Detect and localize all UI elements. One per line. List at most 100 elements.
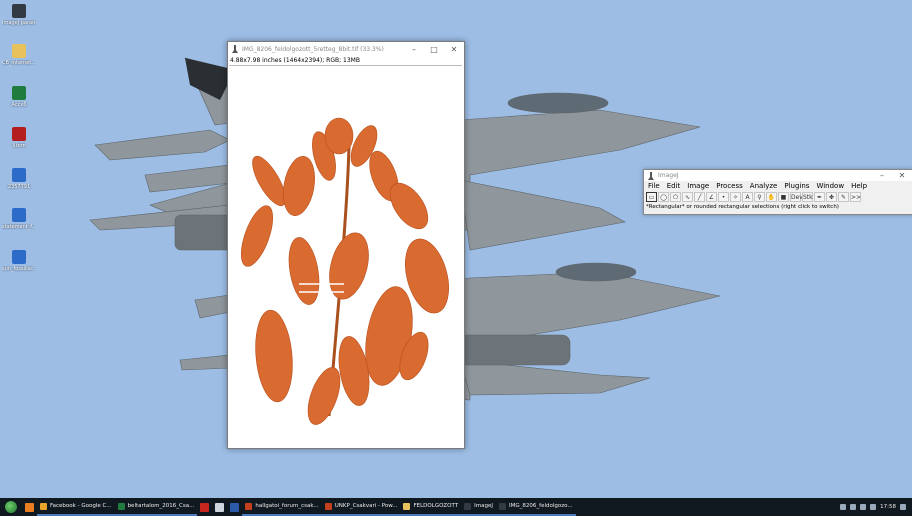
tool-stk-icon[interactable]: Stk	[802, 192, 813, 202]
maximize-button[interactable]: □	[424, 45, 444, 54]
folder-icon	[403, 502, 411, 510]
desktop-icon-label: sun_fossilisc...	[2, 266, 36, 272]
tool-brush-icon[interactable]: ✒	[814, 192, 825, 202]
desktop-icon-label: ImageJ parancsikonja	[2, 20, 36, 26]
clock[interactable]: 17:58	[880, 504, 896, 510]
desktop-icon-sun[interactable]: sun_fossilisc...	[2, 250, 36, 272]
desktop-icon-label: CB_internet...	[2, 60, 36, 66]
taskbar-item-label: Facebook - Google C...	[50, 503, 112, 509]
taskbar-item-imagej[interactable]: ImageJ	[461, 498, 496, 516]
imagej-shortcut-icon	[12, 4, 26, 18]
imagej-menubar: File Edit Image Process Analyze Plugins …	[644, 181, 912, 191]
tool-text-icon[interactable]: A	[742, 192, 753, 202]
tool-rectangle-icon[interactable]: ▭	[646, 192, 657, 202]
desktop-icon-excel[interactable]: Accx6	[2, 86, 36, 108]
taskbar-item-label: IMG_8206_feldolgozo...	[509, 503, 573, 509]
imagej-toolbar-window[interactable]: ImageJ – ✕ File Edit Image Process Analy…	[643, 169, 912, 215]
imagej-tool-row: ▭ ◯ ⬠ ∿ ╱ ∠ • ✧ A ⚲ ✋ ■ Dev Stk ✒ ✤ ✎ >>	[644, 191, 912, 203]
folder-icon	[12, 44, 26, 58]
tool-pencil-icon[interactable]: ✎	[838, 192, 849, 202]
menu-analyze[interactable]: Analyze	[750, 181, 778, 191]
powerpoint-icon	[324, 502, 332, 510]
desktop-icon-xtern[interactable]: Xtern	[2, 127, 36, 149]
desktop-icon-imagej[interactable]: ImageJ parancsikonja	[2, 4, 36, 26]
close-button[interactable]: ✕	[444, 45, 464, 54]
menu-file[interactable]: File	[648, 181, 660, 191]
menu-image[interactable]: Image	[687, 181, 709, 191]
image-info: 4.88x7.98 inches (1464x2394); RGB; 13MB	[230, 57, 360, 64]
menu-process[interactable]: Process	[716, 181, 743, 191]
tool-hand-icon[interactable]: ✋	[766, 192, 777, 202]
chrome-icon	[40, 502, 47, 510]
tray-arrow-icon[interactable]	[840, 504, 847, 510]
excel-icon	[12, 86, 26, 100]
menu-help[interactable]: Help	[851, 181, 867, 191]
taskbar-item-label: beltartalom_2016_Csa...	[127, 503, 195, 509]
tool-oval-icon[interactable]: ◯	[658, 192, 669, 202]
imagej-icon	[464, 502, 472, 510]
word-icon[interactable]	[230, 502, 240, 512]
mail-icon[interactable]	[215, 502, 225, 512]
imagej-minimize-button[interactable]: –	[872, 171, 892, 180]
taskbar-item-powerpoint-unkp[interactable]: UNKP_Csakvari - Pow...	[321, 498, 401, 516]
image-canvas[interactable]	[229, 65, 462, 447]
tool-polygon-icon[interactable]: ⬠	[670, 192, 681, 202]
tool-dropper-icon[interactable]: ✤	[826, 192, 837, 202]
imagej-titlebar[interactable]: ImageJ – ✕	[644, 170, 912, 181]
minimize-button[interactable]: –	[404, 45, 424, 54]
document-icon	[12, 250, 26, 264]
plant-image	[240, 117, 449, 425]
desktop-icon-label: statement_f...	[2, 224, 36, 230]
show-desktop-icon[interactable]	[900, 504, 906, 510]
tool-point-icon[interactable]: •	[718, 192, 729, 202]
imagej-icon	[499, 502, 506, 510]
windows-orb-icon	[5, 501, 17, 513]
desktop-icon-label: Accx6	[11, 102, 27, 108]
volume-icon[interactable]	[870, 504, 877, 510]
network-icon[interactable]	[860, 504, 867, 510]
taskbar: Facebook - Google C... beltartalom_2016_…	[0, 498, 912, 516]
document-icon	[12, 208, 26, 222]
imagej-status: *Rectangular* or rounded rectangular sel…	[646, 204, 839, 210]
desktop-icon-folder[interactable]: CB_internet...	[2, 44, 36, 66]
image-window-title: IMG_8206_feldolgozott_5retteg_8bit.tif (…	[242, 45, 384, 53]
taskbar-item-image[interactable]: IMG_8206_feldolgozo...	[496, 498, 576, 516]
taskbar-item-label: FELDOLGOZOTT	[413, 503, 459, 509]
desktop-icon-label: Xtern	[12, 143, 26, 149]
tool-wand-icon[interactable]: ✧	[730, 192, 741, 202]
image-window[interactable]: IMG_8206_feldolgozott_5retteg_8bit.tif (…	[227, 41, 465, 449]
menu-edit[interactable]: Edit	[667, 181, 681, 191]
taskbar-item-folder[interactable]: FELDOLGOZOTT	[400, 498, 462, 516]
taskbar-item-label: hallgatoi_forum_csak...	[255, 503, 319, 509]
tool-dev-icon[interactable]: Dev	[790, 192, 803, 202]
taskbar-item-excel[interactable]: beltartalom_2016_Csa...	[114, 498, 198, 516]
start-button[interactable]	[0, 498, 22, 516]
bluetooth-icon[interactable]	[850, 504, 857, 510]
menu-window[interactable]: Window	[816, 181, 844, 191]
desktop-icon-document[interactable]: 2357791	[2, 168, 36, 190]
tool-freehand-icon[interactable]: ∿	[682, 192, 693, 202]
tool-more-icon[interactable]: >>	[850, 192, 861, 202]
acrobat-icon[interactable]	[200, 502, 210, 512]
imagej-window-icon	[648, 171, 654, 180]
desktop: ImageJ parancsikonja CB_internet... Accx…	[0, 0, 912, 498]
imagej-close-button[interactable]: ✕	[892, 171, 912, 180]
app-icon	[12, 127, 26, 141]
document-icon	[12, 168, 26, 182]
tool-color-picker-icon[interactable]: ■	[778, 192, 789, 202]
tool-straight-line-icon[interactable]: ╱	[694, 192, 705, 202]
taskbar-item-powerpoint-forum[interactable]: hallgatoi_forum_csak...	[242, 498, 322, 516]
tool-magnifier-icon[interactable]: ⚲	[754, 192, 765, 202]
image-window-titlebar[interactable]: IMG_8206_feldolgozott_5retteg_8bit.tif (…	[228, 42, 464, 56]
system-tray: 17:58	[840, 504, 912, 510]
excel-icon	[117, 502, 125, 510]
imagej-window-icon	[232, 45, 238, 53]
tool-angle-icon[interactable]: ∠	[706, 192, 717, 202]
taskbar-item-label: ImageJ	[474, 503, 493, 509]
taskbar-item-chrome[interactable]: Facebook - Google C...	[37, 498, 115, 516]
powerpoint-icon	[245, 502, 253, 510]
vlc-icon[interactable]	[25, 502, 34, 512]
menu-plugins[interactable]: Plugins	[784, 181, 809, 191]
desktop-icon-statement[interactable]: statement_f...	[2, 208, 36, 230]
desktop-icon-label: 2357791	[7, 184, 31, 190]
